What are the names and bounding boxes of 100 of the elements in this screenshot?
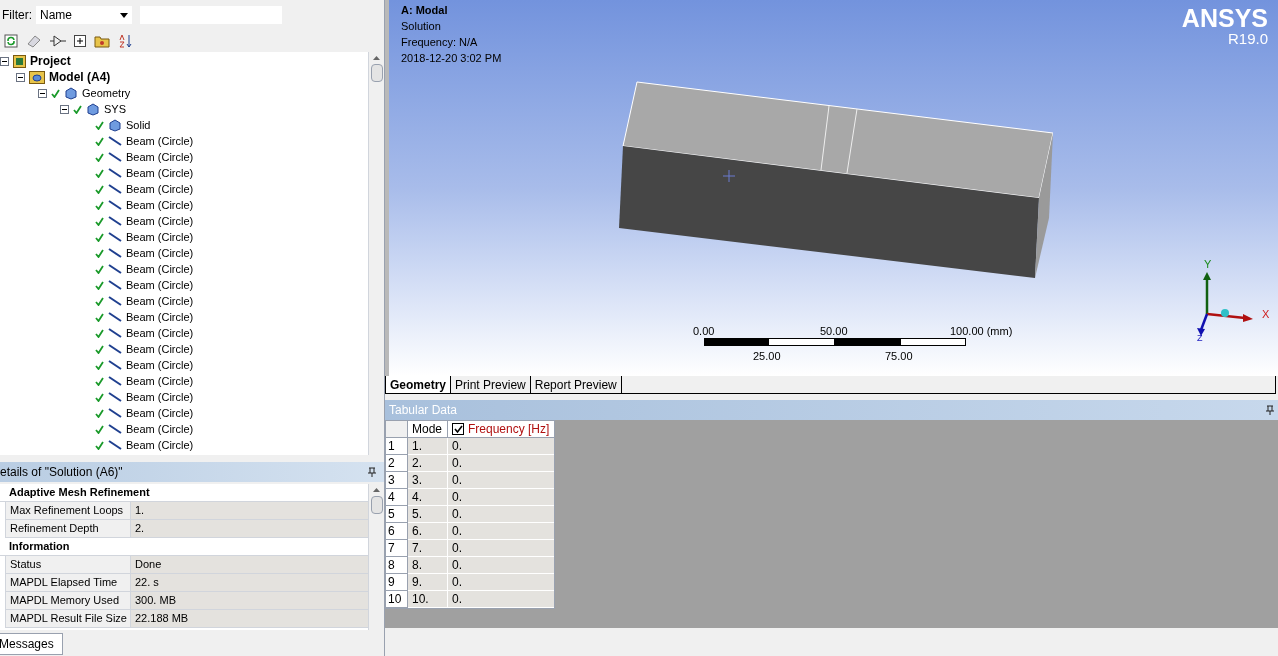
tree-item[interactable]: Model (A4) bbox=[49, 68, 111, 86]
column-checkbox[interactable] bbox=[452, 423, 464, 435]
table-cell: 0. bbox=[448, 591, 554, 608]
tree-item[interactable]: Beam (Circle) bbox=[126, 244, 194, 262]
collapse-toggle[interactable] bbox=[0, 56, 9, 66]
line-body-icon bbox=[108, 344, 122, 354]
status-check-icon bbox=[51, 88, 60, 98]
line-body-icon bbox=[108, 264, 122, 274]
version-text: R19.0 bbox=[1227, 31, 1268, 46]
connector-icon[interactable] bbox=[50, 35, 66, 47]
tree-item[interactable]: Geometry bbox=[82, 84, 131, 102]
line-body-icon bbox=[108, 232, 122, 242]
line-body-icon bbox=[108, 296, 122, 306]
tree-item[interactable]: Beam (Circle) bbox=[126, 404, 194, 422]
property-name: Max Refinement Loops bbox=[5, 502, 131, 520]
eraser-icon[interactable] bbox=[26, 34, 42, 48]
info-text: 2018-12-20 3:02 PM bbox=[401, 51, 502, 66]
logo-text: ANSYS bbox=[1181, 6, 1268, 31]
property-value: 1. bbox=[131, 502, 368, 520]
pin-icon[interactable] bbox=[368, 467, 376, 477]
line-body-icon bbox=[108, 376, 122, 386]
scroll-up-icon[interactable] bbox=[373, 56, 380, 60]
view-tab[interactable]: Print Preview bbox=[451, 376, 531, 393]
tree-item[interactable]: Beam (Circle) bbox=[126, 276, 194, 294]
dropdown-arrow-icon[interactable] bbox=[120, 12, 128, 18]
tree-item[interactable]: Beam (Circle) bbox=[126, 164, 194, 182]
filter-dropdown[interactable]: Name bbox=[36, 6, 132, 24]
property-value: 2. bbox=[131, 520, 368, 538]
line-body-icon bbox=[108, 440, 122, 450]
folder-icon[interactable] bbox=[94, 34, 110, 48]
property-value: 22. s bbox=[131, 574, 368, 592]
line-body-icon bbox=[108, 360, 122, 370]
tree-item[interactable]: Beam (Circle) bbox=[126, 324, 194, 342]
view-tab[interactable]: Geometry bbox=[386, 376, 452, 393]
scroll-thumb[interactable] bbox=[370, 496, 383, 514]
axis-label: Y bbox=[1204, 257, 1212, 272]
tree-item[interactable]: Beam (Circle) bbox=[126, 356, 194, 374]
tree-item[interactable]: Beam (Circle) bbox=[126, 340, 194, 358]
graphics-viewport[interactable]: A: Modal Solution Frequency: N/A 2018-12-20 3:02 PM ANSYS R19.0 0.00 50.00 100.00 (mm) 25.00 75.00 Y X Z bbox=[385, 0, 1278, 376]
line-body-icon bbox=[108, 184, 122, 194]
line-body-icon bbox=[108, 248, 122, 258]
sort-icon[interactable] bbox=[118, 34, 132, 48]
scale-label: 75.00 bbox=[885, 349, 913, 364]
cube-icon bbox=[86, 102, 100, 116]
view-tab[interactable]: Report Preview bbox=[530, 376, 622, 393]
line-body-icon bbox=[108, 328, 122, 338]
tree-item[interactable]: Beam (Circle) bbox=[126, 196, 194, 214]
scale-label: 25.00 bbox=[753, 349, 781, 364]
line-body-icon bbox=[108, 152, 122, 162]
scroll-thumb[interactable] bbox=[370, 64, 383, 82]
scale-label: 50.00 bbox=[820, 324, 848, 339]
tree-item[interactable]: SYS bbox=[104, 100, 126, 118]
messages-tab[interactable]: Messages bbox=[0, 633, 63, 655]
tree-item[interactable]: Beam (Circle) bbox=[126, 388, 194, 406]
info-text: A: Modal bbox=[401, 3, 449, 18]
row-number: 5 bbox=[386, 506, 408, 523]
tree-item[interactable]: Beam (Circle) bbox=[126, 436, 194, 454]
property-name: MAPDL Result File Size bbox=[5, 610, 131, 628]
cube-icon bbox=[64, 86, 78, 100]
tree-item[interactable]: Solid bbox=[126, 116, 151, 134]
scrollbar[interactable] bbox=[368, 484, 384, 630]
tree-item[interactable]: Beam (Circle) bbox=[126, 260, 194, 278]
column-header[interactable]: Frequency [Hz] bbox=[468, 420, 550, 438]
line-body-icon bbox=[108, 408, 122, 418]
line-body-icon bbox=[108, 168, 122, 178]
tree-item[interactable]: Beam (Circle) bbox=[126, 212, 194, 230]
collapse-toggle[interactable] bbox=[38, 88, 47, 98]
scroll-up-icon[interactable] bbox=[373, 488, 380, 492]
tabular-title: Tabular Data bbox=[389, 402, 458, 419]
info-text: Frequency: N/A bbox=[401, 35, 479, 50]
tree-item[interactable]: Beam (Circle) bbox=[126, 292, 194, 310]
tree-item[interactable]: Beam (Circle) bbox=[126, 148, 194, 166]
property-name: MAPDL Memory Used bbox=[5, 592, 131, 610]
property-value: 300. MB bbox=[131, 592, 368, 610]
collapse-toggle[interactable] bbox=[60, 104, 69, 114]
tree-item[interactable]: Beam (Circle) bbox=[126, 180, 194, 198]
refresh-icon[interactable] bbox=[4, 34, 18, 48]
row-number: 4 bbox=[386, 489, 408, 506]
info-text: Solution bbox=[401, 19, 442, 34]
collapse-toggle[interactable] bbox=[16, 72, 25, 82]
property-name: MAPDL Elapsed Time bbox=[5, 574, 131, 592]
tree-item[interactable]: Beam (Circle) bbox=[126, 228, 194, 246]
line-body-icon bbox=[108, 392, 122, 402]
line-body-icon bbox=[108, 136, 122, 146]
details-title: etails of "Solution (A6)" bbox=[0, 464, 123, 481]
expand-icon[interactable] bbox=[74, 35, 86, 47]
filter-label: Filter: bbox=[2, 7, 32, 24]
pin-icon[interactable] bbox=[1266, 405, 1274, 415]
scale-label: 0.00 bbox=[693, 324, 715, 339]
line-body-icon bbox=[108, 280, 122, 290]
cube-icon bbox=[108, 118, 122, 132]
tree-item[interactable]: Beam (Circle) bbox=[126, 132, 194, 150]
row-number: 9 bbox=[386, 574, 408, 591]
tree-item[interactable]: Project bbox=[30, 52, 71, 70]
tree-item[interactable]: Beam (Circle) bbox=[126, 372, 194, 390]
tree-item[interactable]: Beam (Circle) bbox=[126, 420, 194, 438]
row-number: 2 bbox=[386, 455, 408, 472]
axis-triad-drawing bbox=[1197, 270, 1255, 336]
status-check-icon bbox=[73, 104, 82, 114]
tree-item[interactable]: Beam (Circle) bbox=[126, 308, 194, 326]
